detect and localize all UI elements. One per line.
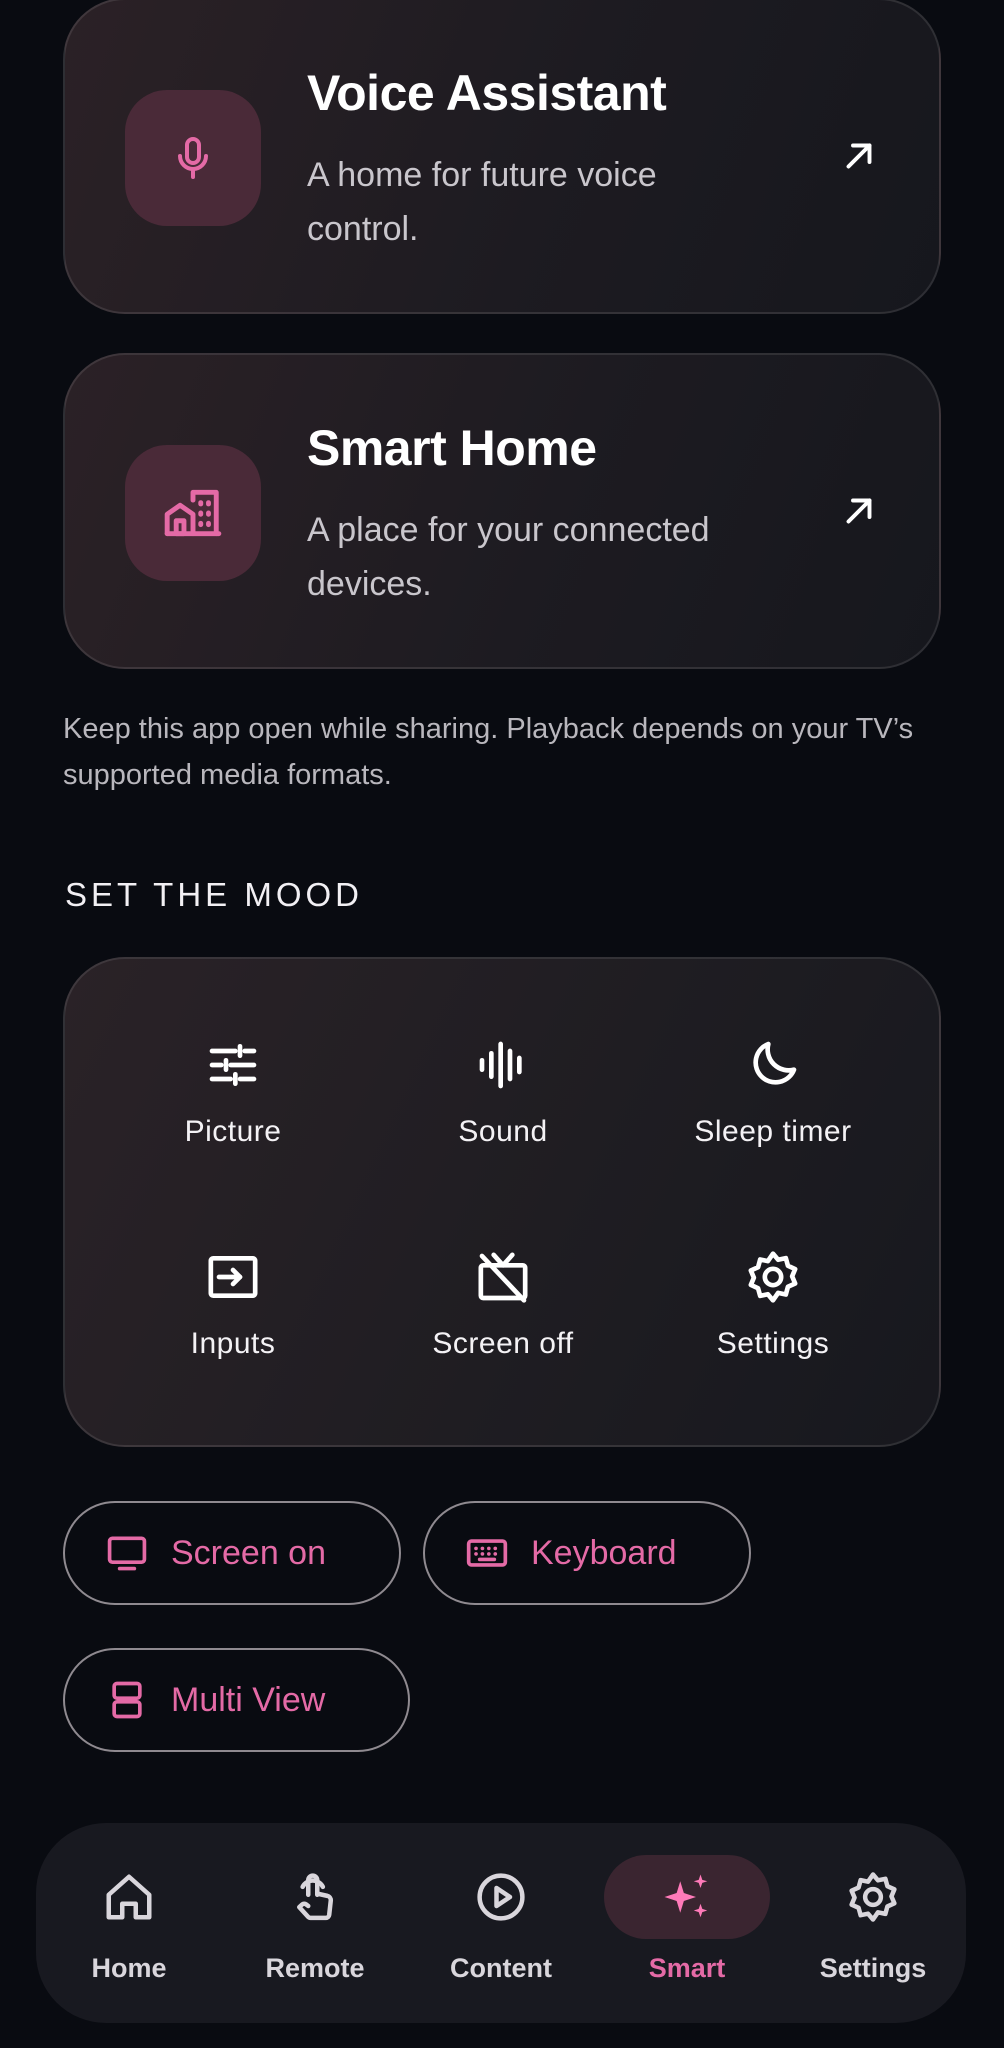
smart-home-icon-box [125, 445, 261, 581]
nav-label: Smart [648, 1953, 726, 1983]
mood-item-label: Picture [184, 1115, 282, 1148]
smart-home-icon [164, 489, 222, 537]
smart-home-card[interactable]: Smart Home A place for your connected de… [63, 353, 941, 669]
tv-off-icon [478, 1252, 528, 1303]
mood-item-label: Sound [458, 1115, 548, 1148]
nav-icon-wrap [604, 1855, 770, 1939]
voice-assistant-card[interactable]: Voice Assistant A home for future voice … [63, 0, 941, 314]
mood-inputs-button[interactable]: Inputs [103, 1249, 363, 1389]
pill-label: Screen on [171, 1533, 326, 1572]
arrow-up-right-icon [846, 143, 872, 169]
sharing-info-text: Keep this app open while sharing. Playba… [63, 713, 914, 791]
nav-content[interactable]: Content [408, 1823, 594, 2023]
voice-icon-box [125, 90, 261, 226]
sparkles-icon [664, 1874, 708, 1918]
section-title: SET THE MOOD [65, 876, 363, 913]
mood-picture-button[interactable]: Picture [103, 1037, 363, 1177]
pill-label: Multi View [171, 1680, 326, 1719]
mood-grid: Picture Sound Sleep timer Inputs Screen … [63, 957, 941, 1447]
sound-wave-icon [479, 1041, 522, 1089]
mood-item-label: Screen off [432, 1327, 574, 1360]
screen-on-button[interactable]: Screen on [63, 1501, 401, 1605]
sliders-icon [209, 1044, 257, 1086]
mood-screen-off-button[interactable]: Screen off [373, 1249, 633, 1389]
smart-page: Voice Assistant A home for future voice … [0, 0, 1004, 2048]
nav-label: Content [450, 1953, 552, 1983]
moon-icon [753, 1041, 797, 1085]
touch-icon [297, 1873, 333, 1921]
nav-icon-wrap [418, 1855, 584, 1939]
card-description: A place for your connected devices. [307, 511, 710, 603]
gear-icon [849, 1872, 897, 1922]
pill-label: Keyboard [531, 1533, 677, 1572]
nav-icon-wrap [46, 1855, 212, 1939]
nav-smart[interactable]: Smart [594, 1823, 780, 2023]
mood-sound-button[interactable]: Sound [373, 1037, 633, 1177]
play-circle-icon [477, 1873, 525, 1921]
mood-item-label: Settings [716, 1327, 830, 1360]
nav-label: Remote [265, 1953, 365, 1983]
gear-icon [748, 1251, 798, 1303]
monitor-icon [107, 1536, 147, 1571]
home-icon [106, 1874, 152, 1920]
card-description: A home for future voice control. [307, 156, 657, 248]
keyboard-icon [466, 1539, 508, 1567]
nav-settings[interactable]: Settings [780, 1823, 966, 2023]
mood-item-label: Sleep timer [694, 1115, 852, 1148]
mood-item-label: Inputs [190, 1327, 276, 1360]
bottom-nav: Home Remote Content Smart Settings [36, 1823, 966, 2023]
card-title: Smart Home [307, 420, 597, 476]
nav-icon-wrap [232, 1855, 398, 1939]
nav-home[interactable]: Home [36, 1823, 222, 2023]
multi-view-button[interactable]: Multi View [63, 1648, 410, 1752]
split-view-icon [112, 1681, 142, 1719]
nav-label: Home [91, 1953, 167, 1983]
nav-remote[interactable]: Remote [222, 1823, 408, 2023]
nav-label: Settings [819, 1953, 927, 1983]
keyboard-button[interactable]: Keyboard [423, 1501, 751, 1605]
mood-sleep-timer-button[interactable]: Sleep timer [643, 1037, 903, 1177]
mood-settings-button[interactable]: Settings [643, 1249, 903, 1389]
microphone-icon [178, 137, 208, 179]
nav-icon-wrap [790, 1855, 956, 1939]
card-title: Voice Assistant [307, 65, 667, 121]
input-icon [208, 1256, 258, 1298]
arrow-up-right-icon [846, 498, 872, 524]
